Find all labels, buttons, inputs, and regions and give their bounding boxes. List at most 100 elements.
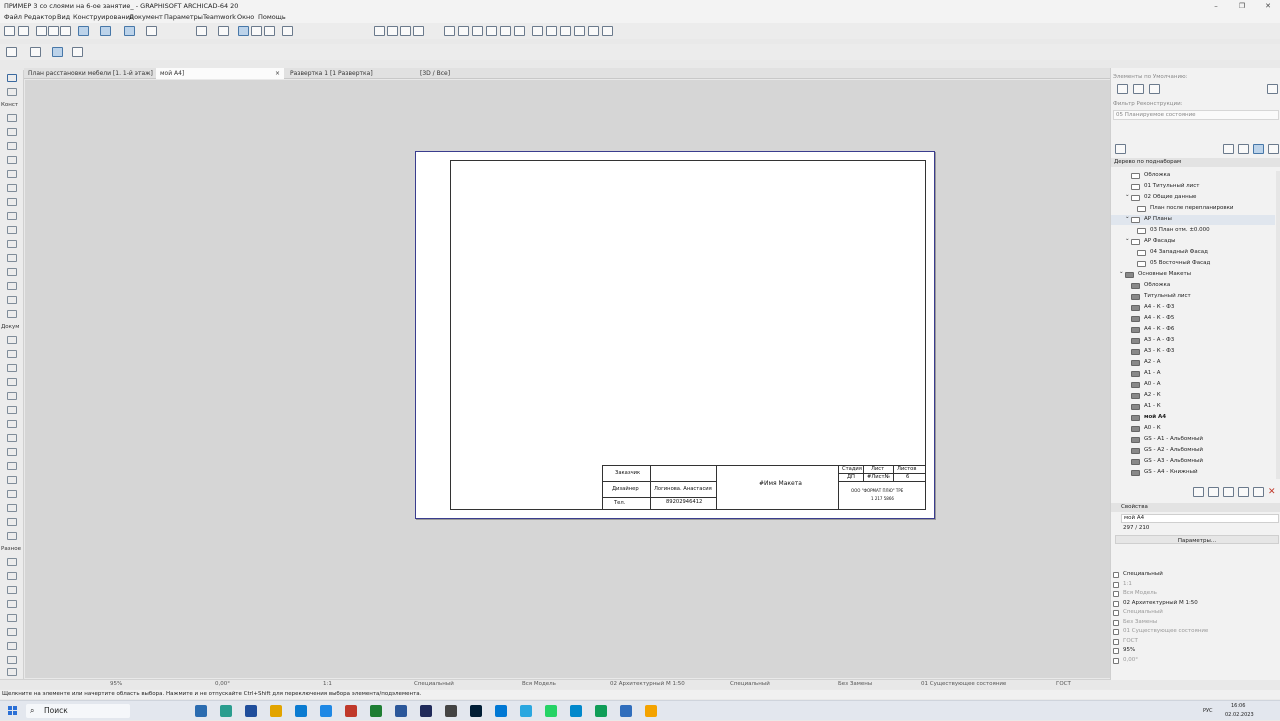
rotate-icon[interactable] [400, 26, 411, 36]
redo-icon[interactable] [18, 26, 29, 36]
sun-tool-icon[interactable] [7, 656, 17, 664]
model-value[interactable]: Вся Модель [522, 681, 556, 687]
railing-tool-icon[interactable] [7, 268, 17, 276]
menu-file[interactable]: Файл [4, 13, 22, 21]
level-icon[interactable] [514, 26, 525, 36]
tree-item[interactable]: 05 Восточный Фасад [1111, 259, 1275, 269]
publish-icon[interactable] [588, 26, 599, 36]
label-tool-icon[interactable] [7, 378, 17, 386]
camera-tool-icon[interactable] [7, 532, 17, 540]
mirror-icon[interactable] [413, 26, 424, 36]
skylight-tool-icon[interactable] [7, 226, 17, 234]
section-icon[interactable] [532, 26, 543, 36]
mesh-tool-icon[interactable] [7, 282, 17, 290]
undo-icon[interactable] [4, 26, 15, 36]
skype-icon[interactable] [495, 705, 507, 717]
renovation-filter-select[interactable]: 05 Планируемое состояние [1113, 110, 1279, 120]
marquee-tool-icon[interactable] [7, 88, 17, 96]
taskbar-search[interactable]: ⌕ Поиск [26, 704, 130, 718]
tree-item[interactable]: GS - А3 - Альбомный [1111, 457, 1275, 467]
pen-set-icon[interactable] [124, 26, 135, 36]
whatsapp-icon[interactable] [545, 705, 557, 717]
dimension-tool-icon[interactable] [7, 336, 17, 344]
gost-value[interactable]: ГОСТ [1056, 681, 1071, 687]
tree-item[interactable]: А0 - К [1111, 424, 1275, 434]
files-icon[interactable] [270, 705, 282, 717]
brush-icon[interactable] [60, 26, 71, 36]
properties-header[interactable]: Свойства [1111, 503, 1280, 512]
morph-tool-icon[interactable] [7, 296, 17, 304]
tree-item[interactable]: А1 - К [1111, 402, 1275, 412]
angle-value[interactable]: 0,00° [215, 681, 230, 687]
menu-edit[interactable]: Редактор [24, 13, 56, 21]
edge-icon[interactable] [220, 705, 232, 717]
stair-tool-icon[interactable] [7, 254, 17, 262]
new-folder-icon[interactable] [1208, 487, 1219, 497]
shell-tool-icon[interactable] [7, 212, 17, 220]
chrome-icon[interactable] [295, 705, 307, 717]
settings-icon[interactable] [1253, 487, 1264, 497]
default-settings-icon[interactable] [1267, 84, 1278, 94]
tree-item[interactable]: Обложка [1111, 171, 1275, 181]
tree-item[interactable]: А2 - А [1111, 358, 1275, 368]
menu-window[interactable]: Окно [237, 13, 254, 21]
guide-icon[interactable] [264, 26, 275, 36]
duplicate-icon[interactable] [1238, 487, 1249, 497]
stair-icon[interactable] [486, 26, 497, 36]
word-icon[interactable] [395, 705, 407, 717]
box-icon[interactable] [196, 26, 207, 36]
tree-item[interactable]: 04 Западный Фасад [1111, 248, 1275, 258]
tree-item[interactable]: Обложка [1111, 281, 1275, 291]
tree-item[interactable]: GS - А1 - Альбомный [1111, 435, 1275, 445]
beam-tool-icon[interactable] [7, 170, 17, 178]
tree-item[interactable]: GS - А4 - Книжный [1111, 468, 1275, 478]
edge2-icon[interactable] [320, 705, 332, 717]
clock-date[interactable]: 02.02.2023 [1225, 712, 1254, 718]
layout-name-input[interactable]: мой А4 [1121, 514, 1279, 523]
line-type-icon[interactable] [100, 26, 111, 36]
expand-arrow-icon[interactable]: ⌄ [1119, 269, 1124, 275]
worksheet-icon[interactable] [560, 26, 571, 36]
section-design[interactable]: Конст [1, 102, 18, 108]
arrow-tool-icon[interactable] [6, 47, 17, 57]
tree-item[interactable]: План после перепланировки [1111, 204, 1275, 214]
view-setting-row[interactable]: 0,00° [1113, 657, 1279, 666]
hotspot-tool-icon[interactable] [7, 614, 17, 622]
marquee-icon[interactable] [30, 47, 41, 57]
tab-elevation[interactable]: Развертка 1 [1 Развертка] [286, 68, 414, 79]
zoom-value[interactable]: 95% [110, 681, 122, 687]
zone-tool-icon[interactable] [7, 558, 17, 566]
tree-item[interactable]: ⌄ 02 Общие данные [1111, 192, 1275, 203]
special2-value[interactable]: Специальный [730, 681, 770, 687]
master-layout-icon[interactable] [1223, 487, 1234, 497]
elevation-tool-icon[interactable] [7, 476, 17, 484]
tree-item[interactable]: Титульный лист [1111, 292, 1275, 302]
default-reset-icon[interactable] [1149, 84, 1160, 94]
clock-time[interactable]: 16:06 [1231, 703, 1245, 709]
view-map-icon[interactable] [1238, 144, 1249, 154]
new-layout-icon[interactable] [1193, 487, 1204, 497]
level-tool-icon[interactable] [7, 350, 17, 358]
fill-tool-icon[interactable] [7, 392, 17, 400]
tree-item[interactable]: А4 - К - Ф6 [1111, 325, 1275, 335]
tree-item[interactable]: 01 Титульный лист [1111, 182, 1275, 192]
tree-scrollbar[interactable] [1276, 171, 1280, 479]
publisher-icon[interactable] [1268, 144, 1279, 154]
ps2-icon[interactable] [470, 705, 482, 717]
view-setting-row[interactable]: Специальный [1113, 609, 1279, 618]
parameters-button[interactable]: Параметры... [1115, 535, 1279, 544]
figure-tool-icon[interactable] [7, 628, 17, 636]
view-setting-row[interactable]: 02 Архитектурный М 1:50 [1113, 600, 1279, 609]
snap-icon[interactable] [238, 26, 249, 36]
lock-icon[interactable] [218, 26, 229, 36]
tree-header[interactable]: Дерево по поднаборам [1111, 158, 1280, 167]
tab-close-icon[interactable]: × [275, 68, 280, 79]
rotate-view-icon[interactable] [52, 47, 63, 57]
wall-icon[interactable] [444, 26, 455, 36]
change-tool-icon[interactable] [7, 518, 17, 526]
door-tool-icon[interactable] [7, 128, 17, 136]
arch-value[interactable]: 02 Архитектурный М 1:50 [610, 681, 685, 687]
view-setting-row[interactable]: ГОСТ [1113, 638, 1279, 647]
slab-tool-icon[interactable] [7, 184, 17, 192]
window-tool-icon[interactable] [7, 142, 17, 150]
